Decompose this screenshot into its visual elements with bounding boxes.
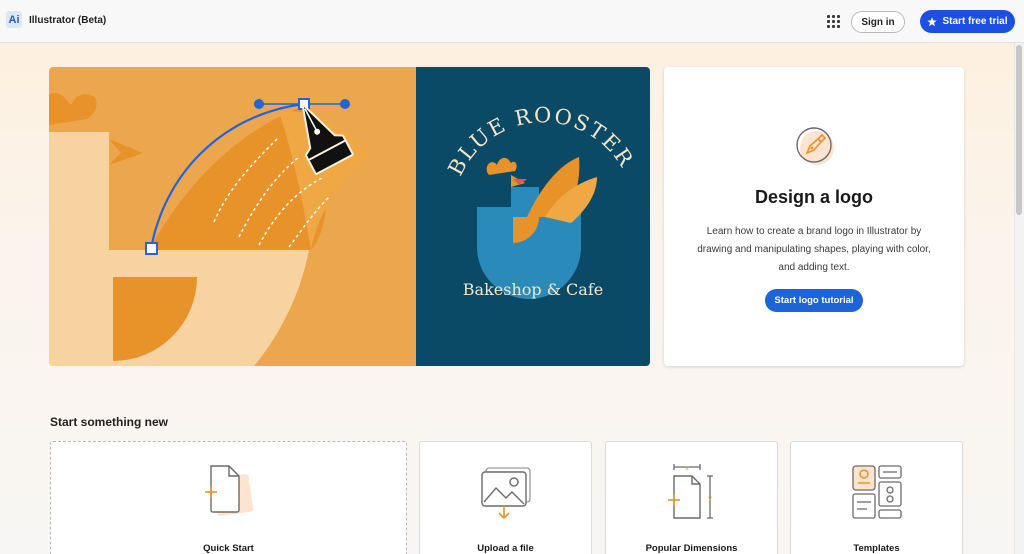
start-logo-tutorial-button[interactable]: Start logo tutorial: [765, 289, 863, 312]
sign-in-button[interactable]: Sign in: [851, 11, 905, 33]
tagline-text: Bakeshop & Cafe: [463, 280, 603, 299]
top-bar: Ai Illustrator (Beta) Sign in Start free…: [0, 0, 1024, 43]
start-free-trial-label: Start free trial: [942, 16, 1008, 27]
templates-tile[interactable]: Templates: [790, 441, 963, 554]
illustrator-app-icon[interactable]: Ai: [6, 11, 22, 28]
quick-start-tile[interactable]: Quick Start: [50, 441, 407, 554]
popular-dimensions-tile[interactable]: x y Popular Dimensions: [605, 441, 778, 554]
upload-file-tile[interactable]: Upload a file: [419, 441, 592, 554]
scrollbar-thumb[interactable]: [1016, 45, 1022, 215]
upload-image-icon: [480, 467, 531, 520]
new-document-icon: [204, 465, 253, 516]
star-icon: [927, 16, 938, 26]
hero-artwork: BLUE ROOSTER Bakeshop & Cafe: [49, 67, 650, 366]
dimensions-icon: x y: [667, 464, 713, 519]
upload-file-label: Upload a file: [477, 543, 534, 554]
app-title: Illustrator (Beta): [29, 15, 107, 26]
start-free-trial-button[interactable]: Start free trial: [920, 10, 1015, 33]
svg-text:y: y: [708, 495, 712, 502]
section-title: Start something new: [50, 415, 169, 429]
quick-start-label: Quick Start: [203, 543, 254, 554]
templates-icon: [851, 465, 902, 519]
card-title: Design a logo: [754, 187, 873, 207]
svg-text:x: x: [685, 465, 689, 472]
design-logo-card: Design a logo Learn how to create a bran…: [664, 67, 964, 366]
popular-dimensions-label: Popular Dimensions: [645, 543, 738, 554]
card-description: Learn how to create a brand logo in Illu…: [697, 226, 931, 273]
apps-grid-icon[interactable]: [827, 15, 840, 28]
templates-label: Templates: [853, 543, 900, 554]
pen-tool-icon: [796, 127, 834, 165]
